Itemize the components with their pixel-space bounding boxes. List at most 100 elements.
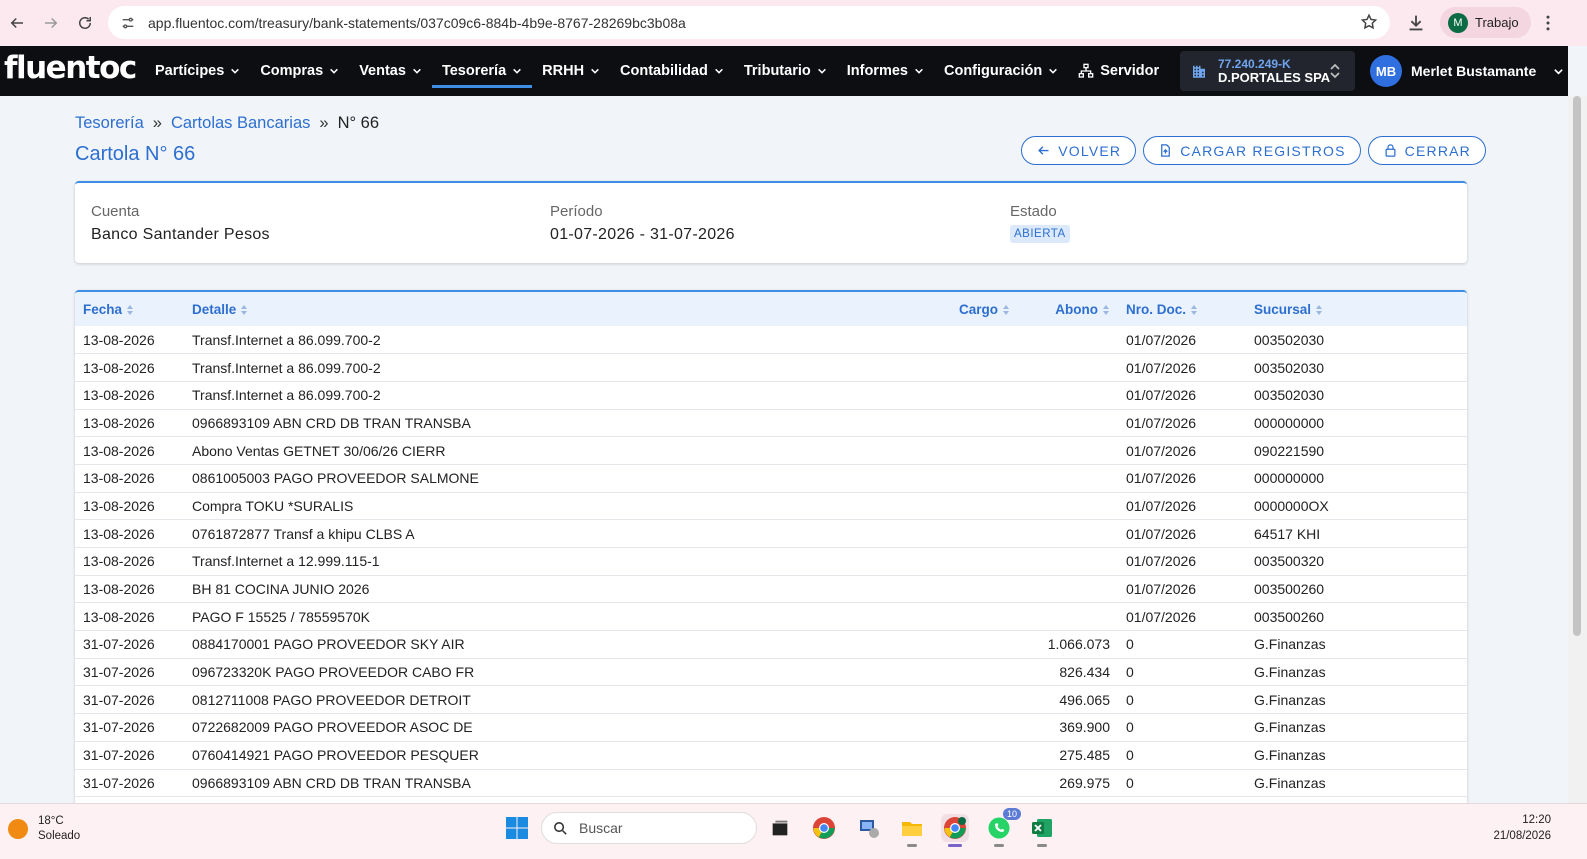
chrome-profile-icon[interactable] — [941, 814, 969, 847]
table-row[interactable]: 13-08-2026 0761872877 Transf a khipu CLBS… — [75, 520, 1467, 548]
cell-nro-doc: 0 — [1126, 747, 1134, 764]
running-indicator — [907, 844, 917, 847]
column-header-fecha[interactable]: Fecha — [75, 292, 184, 326]
cell-abono: 496.065 — [1059, 691, 1110, 708]
network-computer-icon[interactable] — [855, 814, 883, 842]
upload-records-label: CARGAR REGISTROS — [1180, 142, 1346, 159]
nav-menu-item[interactable]: Configuración — [934, 46, 1068, 96]
table-row[interactable]: 31-07-2026 0722682009 PAGO PROVEEDOR ASOC… — [75, 714, 1467, 742]
table-row[interactable]: 13-08-2026 BH 81 COCINA JUNIO 2026 01/07/2… — [75, 575, 1467, 603]
table-row[interactable]: 13-08-2026 Transf.Internet a 86.099.700-2… — [75, 381, 1467, 410]
breadcrumb-tesoreria[interactable]: Tesorería — [75, 114, 144, 133]
back-arrow-icon[interactable] — [0, 6, 34, 40]
cell-fecha: 13-08-2026 — [83, 581, 155, 598]
account-label: Cuenta — [91, 203, 140, 220]
table-row[interactable]: 13-08-2026 Abono Ventas GETNET 30/06/26 C… — [75, 437, 1467, 465]
cell-nro-doc: 01/07/2026 — [1126, 331, 1197, 348]
user-menu[interactable]: MB Merlet Bustamante — [1370, 54, 1564, 88]
cell-abono: 1.066.073 — [1047, 636, 1110, 653]
forward-arrow-icon[interactable] — [34, 6, 68, 40]
nav-menu-item[interactable]: Contabilidad — [610, 46, 734, 96]
table-row[interactable]: 13-08-2026 Transf.Internet a 86.099.700-2… — [75, 326, 1467, 354]
cell-abono — [1018, 603, 1118, 631]
cell-cargo — [936, 603, 1018, 631]
task-view-icon[interactable] — [766, 814, 794, 842]
cell-fecha: 13-08-2026 — [83, 414, 155, 431]
table-row[interactable]: 13-08-2026 Compra TOKU *SURALIS 01/07/2026… — [75, 492, 1467, 520]
company-selector[interactable]: 77.240.249-K D.PORTALES SPA — [1180, 51, 1355, 91]
nav-menu-label: Configuración — [943, 63, 1043, 79]
breadcrumb-cartolas[interactable]: Cartolas Bancarias — [171, 114, 310, 133]
excel-icon[interactable] — [1028, 814, 1056, 847]
table-row[interactable]: 31-07-2026 0966893109 ABN CRD DB TRAN TRA… — [75, 769, 1467, 797]
page-scrollbar[interactable] — [1568, 96, 1587, 803]
period-field: Período 01-07-2026 - 31-07-2026 — [550, 203, 735, 244]
account-field: Cuenta Banco Santander Pesos — [91, 203, 270, 244]
weather-widget[interactable]: 18°C Soleado — [8, 814, 80, 844]
nav-menu-item[interactable]: Informes — [837, 46, 934, 96]
cell-detalle: 0861005003 PAGO PROVEEDOR SALMONE — [192, 470, 479, 487]
table-row[interactable]: 13-08-2026 0966893109 ABN CRD DB TRAN TRA… — [75, 409, 1467, 437]
system-clock[interactable]: 12:20 21/08/2026 — [1493, 812, 1551, 844]
app-navbar: fluentoc Partícipes Compras Ventas Tesorerí… — [0, 46, 1568, 96]
table-row[interactable]: 31-07-2026 0760414921 PAGO PROVEEDOR PESQ… — [75, 741, 1467, 769]
cell-detalle: PAGO F 15525 / 78559570K — [192, 608, 370, 625]
cell-fecha: 13-08-2026 — [83, 608, 155, 625]
cell-abono — [1018, 492, 1118, 520]
column-label: Cargo — [958, 301, 998, 317]
column-header-nro-doc[interactable]: Nro. Doc. — [1118, 292, 1246, 326]
nav-menu-item[interactable]: Partícipes — [145, 46, 250, 96]
reload-icon[interactable] — [68, 6, 102, 40]
cell-cargo — [936, 658, 1018, 686]
bookmark-star-icon[interactable] — [1360, 13, 1378, 31]
browser-profile-button[interactable]: M Trabajo — [1440, 7, 1531, 38]
table-row[interactable]: 13-08-2026 Transf.Internet a 86.099.700-2… — [75, 354, 1467, 382]
column-header-sucursal[interactable]: Sucursal — [1246, 292, 1467, 326]
nav-menu-item[interactable]: Compras — [250, 46, 349, 96]
column-header-detalle[interactable]: Detalle — [184, 292, 936, 326]
cell-sucursal: G.Finanzas — [1254, 747, 1326, 764]
cell-sucursal: 003502030 — [1254, 331, 1325, 348]
column-label: Detalle — [192, 301, 237, 317]
table-row[interactable]: 31-07-2026 0884170001 PAGO PROVEEDOR SKY … — [75, 631, 1467, 659]
table-row[interactable]: 31-07-2026 096723320K PAGO PROVEEDOR CABO… — [75, 658, 1467, 686]
nav-menu-item[interactable]: Tesorería — [431, 46, 533, 96]
table-row[interactable]: 13-08-2026 Transf.Internet a 12.999.115-1… — [75, 548, 1467, 576]
site-settings-icon[interactable] — [120, 15, 136, 31]
download-icon[interactable] — [1405, 12, 1427, 34]
address-bar[interactable]: app.fluentoc.com/treasury/bank-statement… — [108, 6, 1390, 39]
cell-nro-doc: 01/07/2026 — [1126, 497, 1197, 514]
cell-cargo — [936, 741, 1018, 769]
close-statement-button[interactable]: CERRAR — [1367, 136, 1486, 165]
taskbar-search[interactable]: Buscar — [541, 812, 757, 844]
cell-fecha: 13-08-2026 — [83, 331, 155, 348]
scrollbar-thumb[interactable] — [1573, 96, 1581, 636]
windows-start-icon[interactable] — [505, 816, 529, 840]
nav-server-item[interactable]: Servidor — [1068, 46, 1169, 96]
cell-abono — [1018, 354, 1118, 382]
back-button[interactable]: VOLVER — [1021, 136, 1137, 165]
nav-menu-item[interactable]: Tributario — [734, 46, 837, 96]
table-row[interactable]: 13-08-2026 PAGO F 15525 / 78559570K 01/07/… — [75, 603, 1467, 631]
chrome-icon[interactable] — [810, 814, 838, 842]
column-header-cargo[interactable]: Cargo — [936, 292, 1018, 326]
whatsapp-icon[interactable]: 10 — [985, 808, 1021, 847]
upload-records-button[interactable]: CARGAR REGISTROS — [1143, 136, 1361, 165]
breadcrumb-current: N° 66 — [337, 114, 380, 132]
back-button-label: VOLVER — [1058, 142, 1122, 159]
nav-menu-label: RRHH — [542, 63, 585, 79]
fluentoc-logo[interactable]: fluentoc — [4, 50, 137, 86]
cell-sucursal: G.Finanzas — [1254, 691, 1326, 708]
cell-fecha: 13-08-2026 — [83, 470, 155, 487]
cell-fecha: 31-07-2026 — [83, 719, 155, 736]
column-header-abono[interactable]: Abono — [1018, 292, 1118, 326]
nav-menu-item[interactable]: Ventas — [349, 46, 432, 96]
file-explorer-icon[interactable] — [898, 814, 926, 847]
weather-condition: Soleado — [38, 830, 81, 842]
nav-menu-item[interactable]: RRHH — [532, 46, 610, 96]
table-row[interactable]: 31-07-2026 0812711008 PAGO PROVEEDOR DETR… — [75, 686, 1467, 714]
browser-menu-icon[interactable] — [1538, 12, 1558, 34]
url-text[interactable]: app.fluentoc.com/treasury/bank-statement… — [148, 15, 686, 31]
cell-cargo — [936, 575, 1018, 603]
table-row[interactable]: 13-08-2026 0861005003 PAGO PROVEEDOR SALM… — [75, 464, 1467, 493]
